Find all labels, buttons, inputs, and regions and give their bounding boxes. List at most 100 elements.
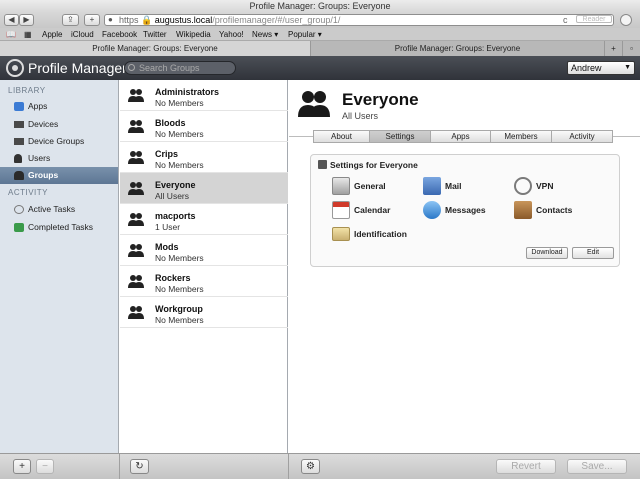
- remove-button[interactable]: −: [36, 459, 54, 474]
- bottom-divider: [288, 454, 289, 479]
- sidebar-item-label: Devices: [28, 119, 59, 129]
- group-members: No Members: [155, 160, 204, 170]
- lock-icon: 🔒: [138, 15, 155, 25]
- group-icon: [128, 120, 144, 133]
- setting-calendar[interactable]: Calendar: [332, 200, 390, 220]
- bookmark-facebook[interactable]: Facebook: [102, 28, 137, 41]
- list-item[interactable]: Crips No Members: [120, 142, 288, 173]
- group-large-icon: [298, 91, 330, 117]
- new-tab-button[interactable]: +: [604, 41, 622, 56]
- setting-identification[interactable]: Identification: [332, 224, 407, 244]
- devices-icon: [14, 121, 24, 128]
- completed-tasks-icon: [14, 223, 24, 232]
- tab-members[interactable]: Members: [490, 130, 552, 143]
- contacts-icon: [514, 201, 532, 219]
- address-bar[interactable]: ● https 🔒 augustus.local/profilemanager/…: [104, 14, 614, 26]
- list-item[interactable]: Mods No Members: [120, 235, 288, 266]
- tab-overview-icon[interactable]: ▫: [622, 41, 640, 56]
- activity-heading: ACTIVITY: [8, 188, 49, 197]
- save-button[interactable]: Save...: [567, 459, 627, 474]
- settings-panel-title: Settings for Everyone: [318, 160, 418, 170]
- setting-label: Contacts: [536, 205, 573, 215]
- setting-label: Messages: [445, 205, 486, 215]
- setting-label: Mail: [445, 181, 462, 191]
- calendar-icon: [332, 201, 350, 219]
- browser-toolbar: ◀ ▶ ⇪ + ● https 🔒 augustus.local/profile…: [0, 12, 640, 28]
- add-button[interactable]: +: [13, 459, 31, 474]
- sidebar-item-users[interactable]: Users: [0, 150, 118, 167]
- browser-tab-1[interactable]: Profile Manager: Groups: Everyone: [0, 41, 310, 56]
- group-icon: [128, 213, 144, 226]
- reader-button[interactable]: Reader: [576, 15, 612, 23]
- revert-button[interactable]: Revert: [496, 459, 556, 474]
- bookmark-icloud[interactable]: iCloud: [71, 28, 94, 41]
- sidebar-item-active-tasks[interactable]: Active Tasks: [0, 201, 118, 218]
- setting-general[interactable]: General: [332, 176, 386, 196]
- detail-tabs: About Settings Apps Members Activity: [313, 130, 619, 143]
- sidebar-item-apps[interactable]: Apps: [0, 98, 118, 115]
- search-icon: [128, 64, 135, 71]
- bookmark-popular[interactable]: Popular ▾: [288, 28, 322, 41]
- device-groups-icon: [14, 138, 24, 145]
- group-name: Administrators: [155, 87, 220, 97]
- sidebar-item-groups[interactable]: Groups: [0, 167, 118, 184]
- browser-tab-2[interactable]: Profile Manager: Groups: Everyone: [310, 41, 604, 56]
- bookmark-yahoo[interactable]: Yahoo!: [219, 28, 244, 41]
- user-dropdown[interactable]: Andrew ▼: [567, 61, 635, 75]
- back-button[interactable]: ◀: [4, 14, 19, 26]
- share-button[interactable]: ⇪: [62, 14, 79, 26]
- list-item-selected[interactable]: Everyone All Users: [120, 173, 288, 204]
- list-item[interactable]: Rockers No Members: [120, 266, 288, 297]
- tab-label: Profile Manager: Groups: Everyone: [394, 44, 521, 53]
- tab-settings[interactable]: Settings: [369, 130, 431, 143]
- top-sites-icon[interactable]: ▦: [24, 28, 32, 41]
- download-button[interactable]: Download: [526, 247, 568, 259]
- bookmark-twitter[interactable]: Twitter: [143, 28, 167, 41]
- setting-mail[interactable]: Mail: [423, 176, 462, 196]
- group-name: Workgroup: [155, 304, 203, 314]
- downloads-icon[interactable]: [620, 14, 632, 26]
- sidebar-item-devices[interactable]: Devices: [0, 116, 118, 133]
- reading-list-icon[interactable]: 📖: [6, 28, 16, 41]
- bookmark-news[interactable]: News ▾: [252, 28, 278, 41]
- setting-vpn[interactable]: VPN: [514, 176, 553, 196]
- bottom-bar: + − ↻ ⚙ Revert Save...: [0, 453, 640, 479]
- tab-label: Profile Manager: Groups: Everyone: [92, 44, 218, 53]
- setting-contacts[interactable]: Contacts: [514, 200, 572, 220]
- detail-header: Everyone All Users: [289, 80, 640, 130]
- add-bookmark-button[interactable]: +: [84, 14, 100, 26]
- edit-button[interactable]: Edit: [572, 247, 614, 259]
- forward-button[interactable]: ▶: [19, 14, 34, 26]
- sidebar: LIBRARY Apps Devices Device Groups Users…: [0, 80, 119, 453]
- list-item[interactable]: Bloods No Members: [120, 111, 288, 142]
- sidebar-item-completed-tasks[interactable]: Completed Tasks: [0, 219, 118, 236]
- tab-about[interactable]: About: [313, 130, 370, 143]
- bookmarks-bar: 📖 ▦ Apple iCloud Facebook Twitter Wikipe…: [0, 28, 640, 41]
- sidebar-item-device-groups[interactable]: Device Groups: [0, 133, 118, 150]
- search-groups-input[interactable]: Search Groups: [124, 61, 236, 75]
- setting-messages[interactable]: Messages: [423, 200, 486, 220]
- tab-activity[interactable]: Activity: [551, 130, 613, 143]
- refresh-button[interactable]: ↻: [130, 459, 149, 474]
- messages-icon: [423, 201, 441, 219]
- settings-panel-title-text: Settings for Everyone: [330, 160, 418, 170]
- settings-panel: Settings for Everyone General Mail VPN C…: [310, 154, 620, 267]
- setting-label: VPN: [536, 181, 554, 191]
- app-header: Profile Manager Search Groups Andrew ▼: [0, 56, 640, 80]
- list-item[interactable]: Workgroup No Members: [120, 297, 288, 328]
- reload-icon[interactable]: c: [563, 15, 568, 25]
- group-name: macports: [155, 211, 196, 221]
- bookmark-apple[interactable]: Apple: [42, 28, 62, 41]
- bookmark-wikipedia[interactable]: Wikipedia: [176, 28, 211, 41]
- tab-bar: Profile Manager: Groups: Everyone Profil…: [0, 41, 640, 56]
- detail-title: Everyone: [342, 90, 419, 109]
- list-item[interactable]: Administrators No Members: [120, 80, 288, 111]
- group-name: Bloods: [155, 118, 186, 128]
- tab-apps[interactable]: Apps: [430, 130, 491, 143]
- mail-icon: [423, 177, 441, 195]
- list-item[interactable]: macports 1 User: [120, 204, 288, 235]
- group-members: No Members: [155, 315, 204, 325]
- detail-subtitle: All Users: [342, 111, 379, 121]
- identification-icon: [332, 227, 350, 241]
- gear-button[interactable]: ⚙: [301, 459, 320, 474]
